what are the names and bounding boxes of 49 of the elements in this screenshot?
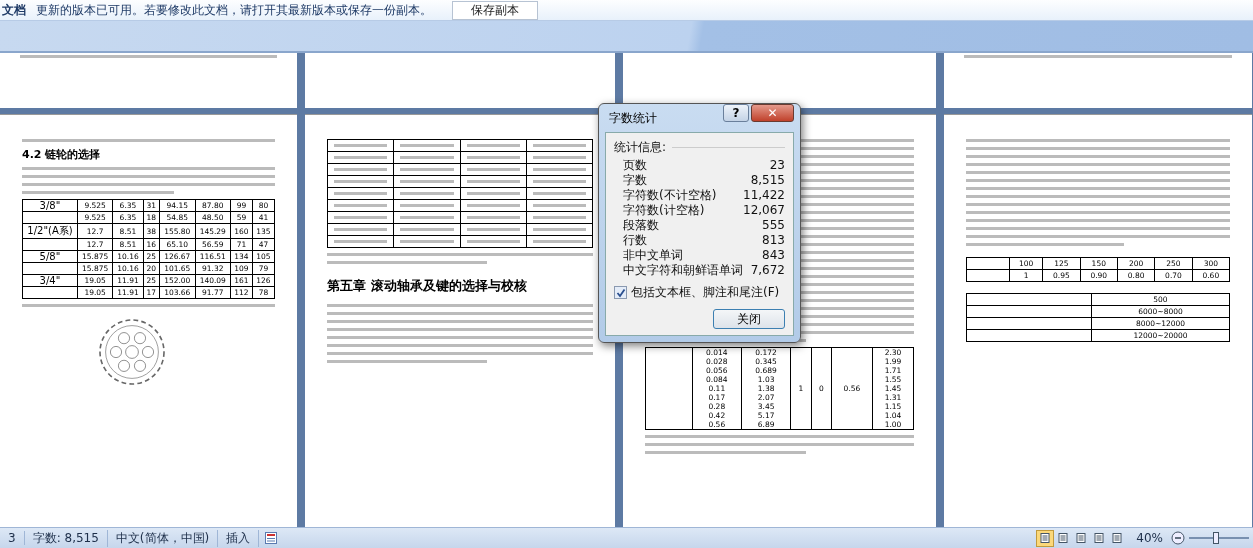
stat-label: 中文字符和朝鲜语单词 <box>623 263 743 278</box>
stat-value: 555 <box>762 218 785 233</box>
stat-value: 12,067 <box>743 203 785 218</box>
table-cell: 3/8" <box>22 199 78 212</box>
stat-label: 字符数(不计空格) <box>623 188 717 203</box>
table-cell: 3/4" <box>22 274 78 287</box>
table-cell <box>22 238 78 251</box>
save-copy-button[interactable]: 保存副本 <box>452 0 538 20</box>
table-cell <box>22 262 78 275</box>
close-dialog-button[interactable]: 关闭 <box>713 309 785 329</box>
stat-value: 11,422 <box>743 188 785 203</box>
zoom-level[interactable]: 40% <box>1136 531 1163 545</box>
language[interactable]: 中文(简体，中国) <box>107 529 219 547</box>
stat-label: 字数 <box>623 173 647 188</box>
checkbox[interactable] <box>614 286 627 299</box>
word-count[interactable]: 字数: 8,515 <box>24 529 108 547</box>
insert-mode[interactable]: 插入 <box>218 529 260 547</box>
page-view-icon <box>1094 533 1105 543</box>
page-view-icon <box>1058 533 1069 543</box>
page-view-icon <box>1076 533 1087 543</box>
section-label: 统计信息: <box>614 139 667 156</box>
view-button[interactable] <box>1036 529 1055 547</box>
checkbox-label: 包括文本框、脚注和尾注(F) <box>631 284 780 301</box>
help-button[interactable]: ? <box>723 104 749 122</box>
stat-label: 页数 <box>623 158 647 173</box>
stat-label: 非中文单词 <box>623 248 683 263</box>
stat-value: 23 <box>769 158 785 173</box>
stat-label: 字符数(计空格) <box>623 203 705 218</box>
stat-label: 行数 <box>623 233 647 248</box>
table-cell: 1/2"(A系) <box>22 223 78 239</box>
page-view-icon <box>1112 533 1123 543</box>
page-number[interactable]: 3 <box>0 531 25 545</box>
table-cell: 5/8" <box>22 250 78 263</box>
zoom-out-icon[interactable] <box>1171 531 1185 545</box>
slider-thumb[interactable] <box>1213 532 1219 544</box>
stat-value: 8,515 <box>750 173 785 188</box>
page-view-icon <box>1040 533 1051 543</box>
macro-icon[interactable] <box>265 532 278 544</box>
chapter-heading: 第五章 滚动轴承及键的选择与校核 <box>327 277 528 295</box>
section-heading: 4.2 链轮的选择 <box>22 147 102 162</box>
dialog-title: 字数统计 <box>608 109 658 127</box>
update-message: 更新的版本已可用。若要修改此文档，请打开其最新版本或保存一份副本。 <box>36 1 432 19</box>
table-cell <box>22 286 78 299</box>
document-title: 文档 <box>2 1 26 19</box>
stat-value: 813 <box>762 233 785 248</box>
table-cell <box>22 211 78 224</box>
stat-value: 7,672 <box>750 263 785 278</box>
stat-label: 段落数 <box>623 218 659 233</box>
stat-value: 843 <box>762 248 785 263</box>
